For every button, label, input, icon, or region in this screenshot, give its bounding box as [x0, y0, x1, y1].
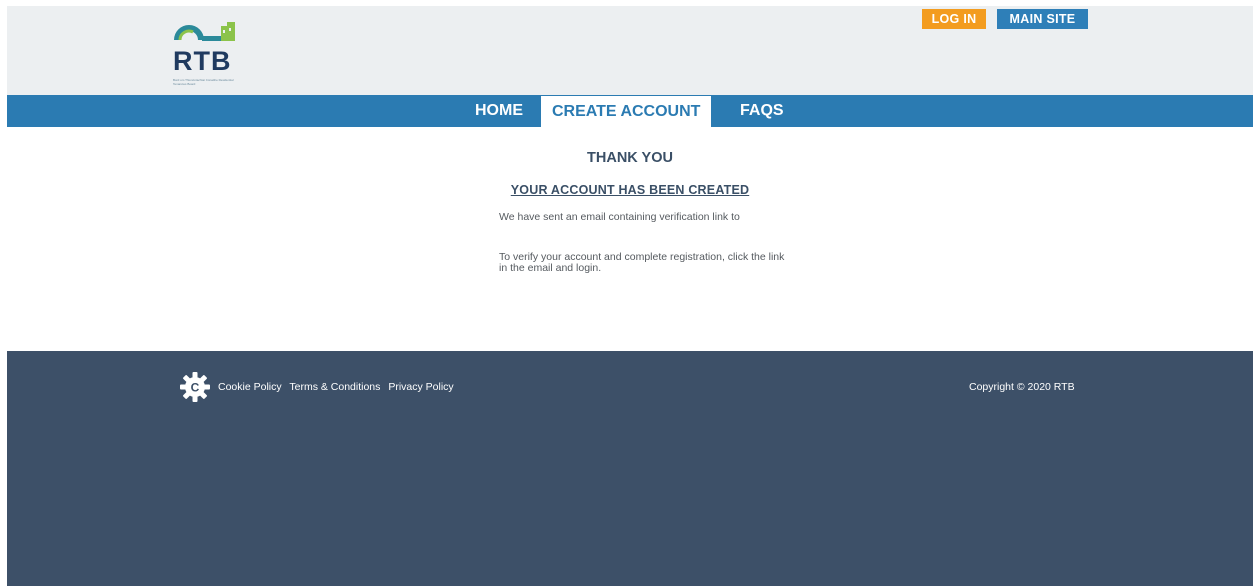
rtb-logo[interactable]: RTB Bord um Thionóntachtaí Cónaithe Resi… — [171, 16, 251, 91]
verify-instructions-message: To verify your account and complete regi… — [499, 251, 785, 274]
site-header: RTB Bord um Thionóntachtaí Cónaithe Resi… — [7, 6, 1253, 95]
privacy-policy-link[interactable]: Privacy Policy — [388, 381, 453, 393]
logo-graphic-icon — [174, 22, 235, 41]
page-title: THANK YOU — [587, 150, 673, 166]
nav-create-account[interactable]: CREATE ACCOUNT — [541, 96, 712, 127]
copyright-text: Copyright © 2020 RTB — [969, 381, 1075, 393]
logo-tagline: Bord um Thionóntachtaí Cónaithe Resident… — [173, 78, 234, 86]
verification-email-message: We have sent an email containing verific… — [499, 211, 740, 223]
main-site-button[interactable]: MAIN SITE — [997, 9, 1088, 29]
site-footer: C Cookie Policy Terms & Conditions Priva… — [7, 351, 1253, 586]
account-created-heading: YOUR ACCOUNT HAS BEEN CREATED — [510, 183, 750, 197]
main-nav: HOME CREATE ACCOUNT FAQS — [7, 95, 1253, 127]
svg-text:C: C — [191, 381, 200, 395]
nav-home[interactable]: HOME — [475, 95, 523, 127]
cookie-policy-link[interactable]: Cookie Policy — [218, 381, 282, 393]
log-in-button[interactable]: LOG IN — [922, 9, 986, 29]
page: RTB Bord um Thionóntachtaí Cónaithe Resi… — [7, 6, 1253, 586]
nav-faqs[interactable]: FAQS — [740, 95, 784, 127]
footer-links: Cookie Policy Terms & Conditions Privacy… — [218, 381, 459, 393]
cookie-settings-icon[interactable]: C — [179, 371, 211, 403]
terms-conditions-link[interactable]: Terms & Conditions — [289, 381, 380, 393]
logo-text: RTB — [173, 46, 232, 76]
